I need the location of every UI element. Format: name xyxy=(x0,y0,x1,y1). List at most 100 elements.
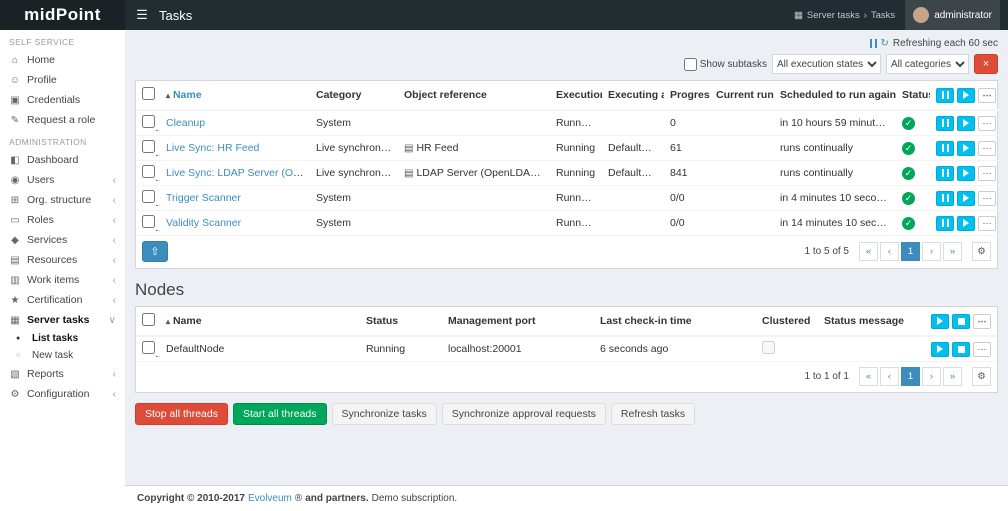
global-actions-row: Stop all threads Start all threads Synch… xyxy=(135,403,998,425)
task-object-reference xyxy=(398,211,550,236)
column-label-name[interactable]: Name xyxy=(173,89,202,101)
page-prev-button[interactable]: ‹ xyxy=(880,367,899,386)
show-subtasks-checkbox[interactable] xyxy=(684,58,697,71)
resume-task-button[interactable] xyxy=(957,116,975,131)
suspend-all-button[interactable] xyxy=(936,88,954,103)
nodes-more-button[interactable]: ⋯ xyxy=(973,314,991,329)
sidebar-item-services[interactable]: ◆ Services ‹ xyxy=(0,230,125,250)
task-row-checkbox[interactable] xyxy=(142,165,155,178)
breadcrumb-item-server-tasks[interactable]: Server tasks xyxy=(807,10,860,21)
resume-task-button[interactable] xyxy=(957,191,975,206)
task-object-reference: HR Feed xyxy=(416,142,458,154)
column-header-node-name[interactable]: ▴ Name xyxy=(160,307,360,336)
play-icon xyxy=(963,219,969,227)
sidebar-item-work-items[interactable]: ▥ Work items ‹ xyxy=(0,270,125,290)
task-more-button[interactable]: ⋯ xyxy=(978,191,996,206)
sidebar-item-roles[interactable]: ▭ Roles ‹ xyxy=(0,210,125,230)
categories-select[interactable]: All categories xyxy=(886,54,969,74)
select-all-nodes-checkbox[interactable] xyxy=(142,313,155,326)
pause-refresh-icon[interactable] xyxy=(870,39,877,48)
sidebar-item-server-tasks[interactable]: ▦ Server tasks ∨ xyxy=(0,310,125,330)
clear-filter-button[interactable]: × xyxy=(974,54,998,74)
page-1-button[interactable]: 1 xyxy=(901,367,920,386)
nodes-panel-footer: 1 to 1 of 1 « ‹ 1 › » ⚙ xyxy=(136,362,997,392)
hamburger-icon[interactable]: ☰ xyxy=(125,0,159,30)
page-first-button[interactable]: « xyxy=(859,242,878,261)
start-scheduler-all-button[interactable] xyxy=(931,314,949,329)
page-first-button[interactable]: « xyxy=(859,367,878,386)
task-more-button[interactable]: ⋯ xyxy=(978,216,996,231)
task-more-button[interactable]: ⋯ xyxy=(978,166,996,181)
stop-scheduler-all-button[interactable] xyxy=(952,314,970,329)
stop-scheduler-button[interactable] xyxy=(952,342,970,357)
task-row-checkbox[interactable] xyxy=(142,215,155,228)
page-next-button[interactable]: › xyxy=(922,242,941,261)
sidebar-item-credentials[interactable]: ▣ Credentials xyxy=(0,90,125,110)
sidebar-item-home[interactable]: ⌂ Home xyxy=(0,50,125,70)
page-next-button[interactable]: › xyxy=(922,367,941,386)
chevron-left-icon: ‹ xyxy=(113,369,116,380)
sidebar-item-new-task[interactable]: ○ New task xyxy=(0,347,125,364)
sidebar-item-list-tasks[interactable]: ● List tasks xyxy=(0,330,125,347)
resume-all-button[interactable] xyxy=(957,88,975,103)
task-progress: 0/0 xyxy=(664,211,710,236)
synchronize-tasks-button[interactable]: Synchronize tasks xyxy=(332,403,437,425)
tasks-more-button[interactable]: ⋯ xyxy=(978,88,996,103)
pause-icon xyxy=(942,91,949,99)
task-name-link[interactable]: Cleanup xyxy=(166,117,205,129)
bulk-import-button[interactable]: ⇧ xyxy=(142,241,168,262)
select-all-tasks-checkbox[interactable] xyxy=(142,87,155,100)
sidebar-item-users[interactable]: ◉ Users ‹ xyxy=(0,170,125,190)
resume-task-button[interactable] xyxy=(957,166,975,181)
suspend-task-button[interactable] xyxy=(936,166,954,181)
task-name-link[interactable]: Validity Scanner xyxy=(166,217,241,229)
resume-task-button[interactable] xyxy=(957,216,975,231)
start-all-threads-button[interactable]: Start all threads xyxy=(233,403,327,425)
synchronize-approval-requests-button[interactable]: Synchronize approval requests xyxy=(442,403,606,425)
table-settings-button[interactable]: ⚙ xyxy=(972,367,991,386)
user-menu[interactable]: administrator xyxy=(905,0,1000,30)
sidebar-item-reports[interactable]: ▧ Reports ‹ xyxy=(0,364,125,384)
sidebar-item-org-structure[interactable]: ⊞ Org. structure ‹ xyxy=(0,190,125,210)
task-current-run-time xyxy=(710,136,774,161)
page-1-button[interactable]: 1 xyxy=(901,242,920,261)
execution-states-select[interactable]: All execution states xyxy=(772,54,881,74)
task-name-link[interactable]: Live Sync: LDAP Server (OpenLDAP) xyxy=(166,167,310,179)
tasks-table: ▴ Name Category Object reference Executi… xyxy=(136,81,1002,236)
sidebar-item-profile[interactable]: ☺ Profile xyxy=(0,70,125,90)
page-last-button[interactable]: » xyxy=(943,367,962,386)
refresh-tasks-button[interactable]: Refresh tasks xyxy=(611,403,695,425)
evolveum-link[interactable]: Evolveum xyxy=(248,493,292,504)
node-row-checkbox[interactable] xyxy=(142,341,155,354)
start-scheduler-button[interactable] xyxy=(931,342,949,357)
task-name-link[interactable]: Trigger Scanner xyxy=(166,192,241,204)
sidebar-item-request-a-role[interactable]: ✎ Request a role xyxy=(0,110,125,130)
task-more-button[interactable]: ⋯ xyxy=(978,116,996,131)
stop-all-threads-button[interactable]: Stop all threads xyxy=(135,403,228,425)
task-more-button[interactable]: ⋯ xyxy=(978,141,996,156)
show-subtasks-toggle[interactable]: Show subtasks xyxy=(684,58,767,71)
task-row-checkbox[interactable] xyxy=(142,190,155,203)
page-last-button[interactable]: » xyxy=(943,242,962,261)
sidebar-item-configuration[interactable]: ⚙ Configuration ‹ xyxy=(0,384,125,404)
task-row-checkbox[interactable] xyxy=(142,140,155,153)
close-icon: × xyxy=(983,58,989,70)
task-name-link[interactable]: Live Sync: HR Feed xyxy=(166,142,259,154)
sidebar-item-resources[interactable]: ▤ Resources ‹ xyxy=(0,250,125,270)
task-row-checkbox[interactable] xyxy=(142,115,155,128)
sidebar-item-dashboard[interactable]: ◧ Dashboard xyxy=(0,150,125,170)
sidebar-item-certification[interactable]: ★ Certification ‹ xyxy=(0,290,125,310)
suspend-task-button[interactable] xyxy=(936,141,954,156)
node-status: Running xyxy=(360,336,442,362)
resume-task-button[interactable] xyxy=(957,141,975,156)
column-header-name[interactable]: ▴ Name xyxy=(160,81,310,110)
chevron-left-icon: ‹ xyxy=(113,389,116,400)
node-more-button[interactable]: ⋯ xyxy=(973,342,991,357)
suspend-task-button[interactable] xyxy=(936,116,954,131)
app-logo[interactable]: midPoint xyxy=(0,0,125,30)
page-prev-button[interactable]: ‹ xyxy=(880,242,899,261)
suspend-task-button[interactable] xyxy=(936,191,954,206)
suspend-task-button[interactable] xyxy=(936,216,954,231)
table-settings-button[interactable]: ⚙ xyxy=(972,242,991,261)
refresh-icon[interactable]: ↻ xyxy=(881,38,889,49)
